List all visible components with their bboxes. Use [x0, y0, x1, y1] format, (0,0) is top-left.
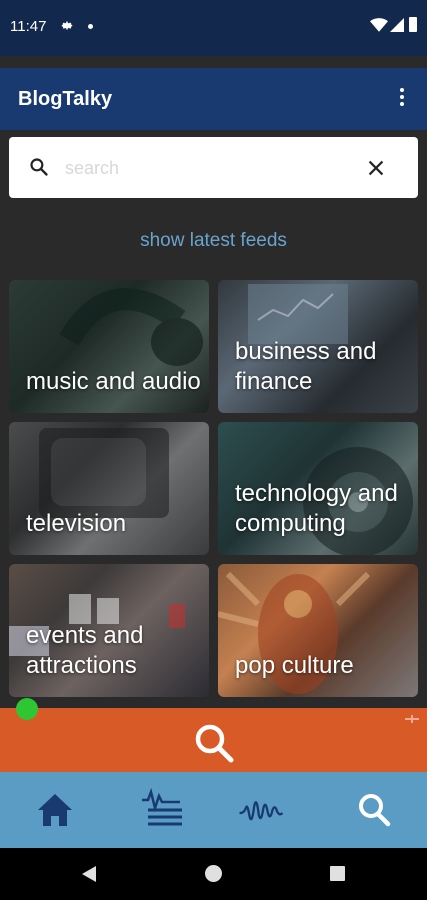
category-tile-music-and-audio[interactable]: music and audio	[9, 280, 209, 413]
category-label: business and finance	[235, 338, 377, 395]
system-navigation-bar	[0, 848, 427, 900]
category-label: pop culture	[235, 652, 354, 679]
signal-icon	[390, 18, 404, 32]
settings-gear-icon	[61, 21, 73, 30]
status-bar: 11:47	[0, 0, 427, 56]
search-icon	[30, 158, 48, 176]
feed-list-icon[interactable]	[138, 788, 184, 832]
search-action-bar[interactable]	[0, 708, 427, 772]
notification-dot-icon	[88, 24, 93, 29]
search-input[interactable]	[65, 151, 345, 185]
app-title: BlogTalky	[18, 88, 113, 110]
home-button-icon[interactable]	[205, 865, 222, 882]
search-icon[interactable]	[352, 788, 398, 832]
clear-icon[interactable]	[365, 157, 387, 179]
category-label: television	[26, 510, 127, 537]
category-tile-technology-and-computing[interactable]: technology and computing	[218, 422, 418, 555]
search-bar	[9, 137, 418, 198]
audio-wave-icon[interactable]	[238, 788, 284, 832]
indicator-dot	[16, 698, 38, 720]
category-label: technology and computing	[235, 480, 398, 537]
battery-icon	[409, 17, 417, 32]
category-tile-television[interactable]: television	[9, 422, 209, 555]
status-time: 11:47	[10, 18, 47, 35]
category-tile-pop-culture[interactable]: pop culture	[218, 564, 418, 697]
category-tile-business-and-finance[interactable]: business and finance	[218, 280, 418, 413]
bottom-navigation	[0, 772, 427, 848]
category-label: events and attractions	[26, 622, 144, 679]
category-label: music and audio	[26, 368, 201, 395]
home-icon[interactable]	[32, 788, 78, 832]
show-latest-feeds-link[interactable]: show latest feeds	[0, 230, 427, 252]
category-tile-events-and-attractions[interactable]: events and attractions	[9, 564, 209, 697]
recent-apps-icon[interactable]	[330, 866, 345, 881]
wifi-icon	[370, 18, 388, 32]
collapse-icon[interactable]	[405, 714, 419, 724]
search-icon	[195, 724, 234, 763]
app-bar: BlogTalky	[0, 68, 427, 130]
more-options-icon[interactable]	[394, 86, 410, 112]
main-content: show latest feeds music and audio busine…	[0, 130, 427, 708]
back-icon[interactable]	[82, 866, 96, 882]
